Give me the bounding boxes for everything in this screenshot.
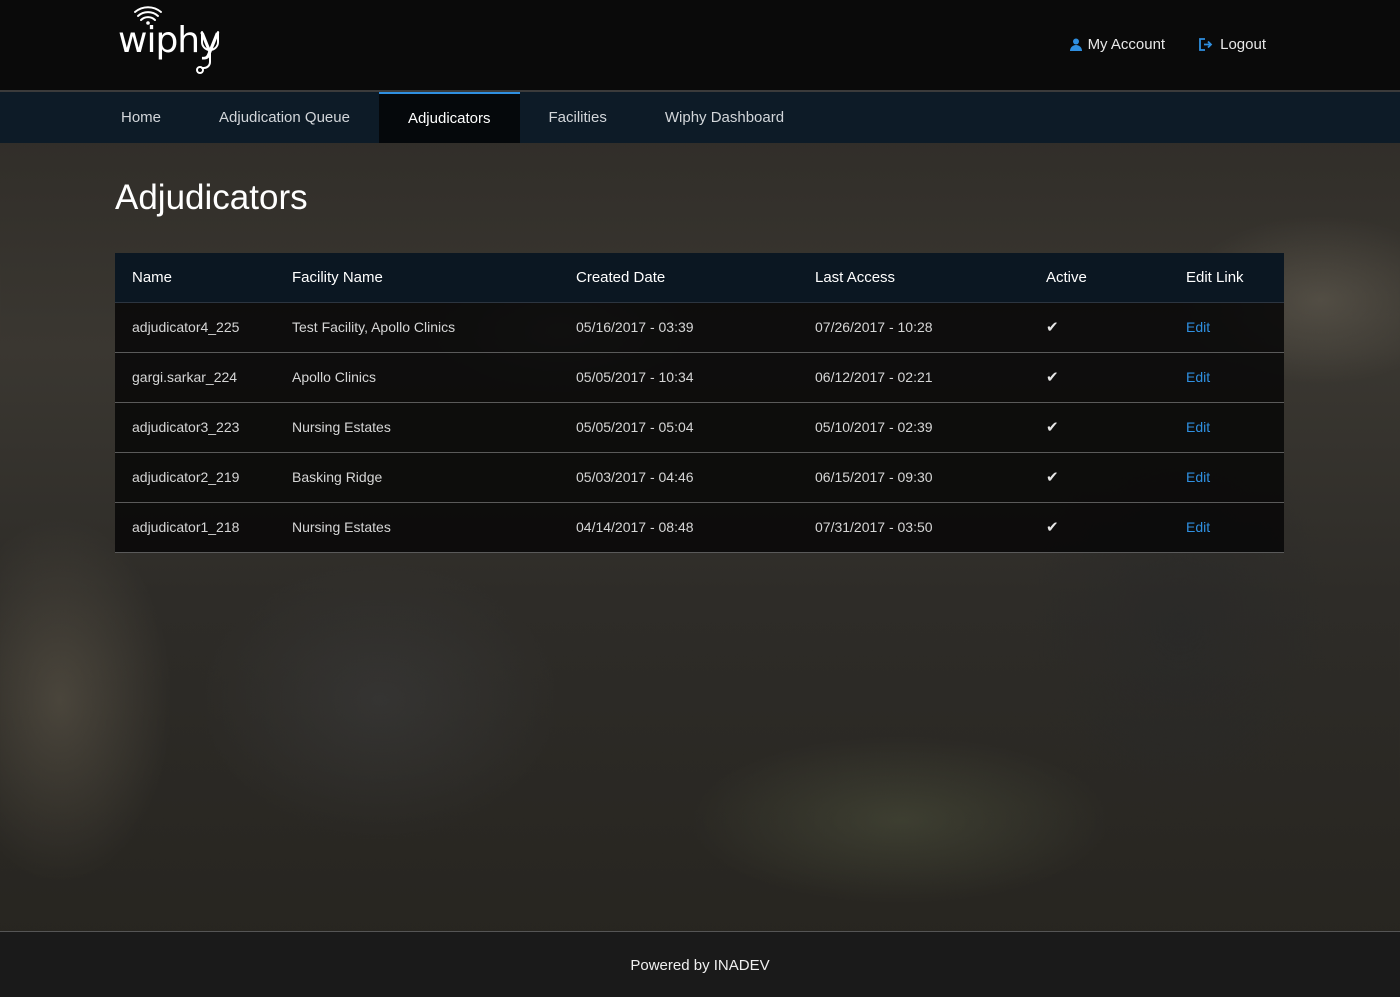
cell-edit: Edit: [1169, 352, 1284, 402]
cell-facility: Test Facility, Apollo Clinics: [292, 319, 456, 335]
edit-link[interactable]: Edit: [1186, 419, 1210, 435]
wiphy-logo[interactable]: wiphy: [116, 6, 226, 78]
nav-adjudication-queue[interactable]: Adjudication Queue: [190, 92, 379, 143]
table-row: adjudicator1_218 Nursing Estates 04/14/2…: [115, 502, 1284, 552]
logo-text: wiphy: [118, 20, 220, 61]
nav-home[interactable]: Home: [92, 92, 190, 143]
cell-name: adjudicator2_219: [132, 469, 240, 485]
cell-facility: Basking Ridge: [292, 469, 383, 485]
footer: Powered by INADEV: [0, 931, 1400, 997]
cell-edit: Edit: [1169, 402, 1284, 452]
cell-last-access: 05/10/2017 - 02:39: [815, 419, 933, 435]
cell-edit: Edit: [1169, 502, 1284, 552]
cell-created: 05/05/2017 - 10:34: [576, 369, 694, 385]
edit-link[interactable]: Edit: [1186, 519, 1210, 535]
cell-name: adjudicator4_225: [132, 319, 240, 335]
column-header-name[interactable]: Name: [115, 253, 275, 303]
check-icon: ✔: [1046, 369, 1059, 386]
cell-name: gargi.sarkar_224: [132, 369, 238, 385]
cell-facility: Nursing Estates: [292, 419, 391, 435]
cell-last-access: 06/12/2017 - 02:21: [815, 369, 933, 385]
nav-adjudicators[interactable]: Adjudicators: [378, 92, 520, 143]
check-icon: ✔: [1046, 519, 1059, 536]
check-icon: ✔: [1046, 319, 1059, 336]
cell-active: ✔: [1029, 302, 1169, 352]
cell-last-access: 06/15/2017 - 09:30: [815, 469, 933, 485]
cell-last-access: 07/31/2017 - 03:50: [815, 519, 933, 535]
check-icon: ✔: [1046, 469, 1059, 486]
nav-facilities[interactable]: Facilities: [520, 92, 636, 143]
cell-active: ✔: [1029, 502, 1169, 552]
column-header-last-access[interactable]: Last Access: [798, 253, 1029, 303]
table-row: adjudicator2_219 Basking Ridge 05/03/201…: [115, 452, 1284, 502]
cell-active: ✔: [1029, 402, 1169, 452]
table-row: adjudicator3_223 Nursing Estates 05/05/2…: [115, 402, 1284, 452]
table-header-row: Name Facility Name Created Date Last Acc…: [115, 253, 1284, 303]
cell-facility: Apollo Clinics: [292, 369, 377, 385]
user-icon: [1069, 38, 1082, 51]
cell-created: 05/05/2017 - 05:04: [576, 419, 694, 435]
cell-name: adjudicator3_223: [132, 419, 240, 435]
column-header-created-date[interactable]: Created Date: [559, 253, 798, 303]
adjudicators-table: Name Facility Name Created Date Last Acc…: [115, 253, 1284, 553]
table-row: gargi.sarkar_224 Apollo Clinics 05/05/20…: [115, 352, 1284, 402]
footer-text: Powered by INADEV: [630, 956, 770, 974]
account-links: My Account Logout: [1069, 36, 1266, 53]
cell-created: 05/03/2017 - 04:46: [576, 469, 694, 485]
cell-active: ✔: [1029, 452, 1169, 502]
header-bar: wiphy My Account Logout: [0, 0, 1400, 92]
cell-last-access: 07/26/2017 - 10:28: [815, 319, 933, 335]
cell-created: 05/16/2017 - 03:39: [576, 319, 694, 335]
cell-facility: Nursing Estates: [292, 519, 391, 535]
nav-wiphy-dashboard[interactable]: Wiphy Dashboard: [636, 92, 813, 143]
edit-link[interactable]: Edit: [1186, 319, 1210, 335]
column-header-edit-link: Edit Link: [1169, 253, 1284, 303]
table-row: adjudicator4_225 Test Facility, Apollo C…: [115, 302, 1284, 352]
edit-link[interactable]: Edit: [1186, 469, 1210, 485]
my-account-label: My Account: [1087, 36, 1166, 53]
my-account-link[interactable]: My Account: [1069, 36, 1166, 53]
cell-edit: Edit: [1169, 452, 1284, 502]
cell-created: 04/14/2017 - 08:48: [576, 519, 694, 535]
logout-link[interactable]: Logout: [1199, 36, 1266, 53]
column-header-active[interactable]: Active: [1029, 253, 1169, 303]
logout-icon: [1199, 38, 1214, 51]
cell-edit: Edit: [1169, 302, 1284, 352]
edit-link[interactable]: Edit: [1186, 369, 1210, 385]
column-header-facility[interactable]: Facility Name: [275, 253, 559, 303]
cell-name: adjudicator1_218: [132, 519, 240, 535]
main-nav: Home Adjudication Queue Adjudicators Fac…: [0, 92, 1400, 143]
page-title: Adjudicators: [115, 178, 308, 217]
check-icon: ✔: [1046, 419, 1059, 436]
cell-active: ✔: [1029, 352, 1169, 402]
logout-label: Logout: [1220, 36, 1266, 53]
